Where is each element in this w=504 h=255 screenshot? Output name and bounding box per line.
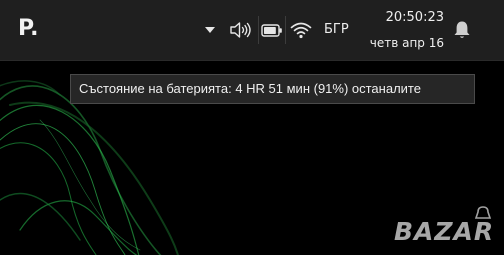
clock-time: 20:50:23 xyxy=(385,10,444,25)
top-panel: P. БГР 20:50:23 четв апр 16 xyxy=(0,0,504,60)
notifications-button[interactable] xyxy=(450,15,474,45)
clock-date: четв апр 16 xyxy=(369,36,444,50)
speaker-volume-icon xyxy=(230,22,252,38)
volume-button[interactable] xyxy=(228,15,254,45)
battery-icon xyxy=(261,23,283,37)
tray-divider xyxy=(258,16,259,44)
panel-border xyxy=(0,60,504,61)
app-logo[interactable]: P. xyxy=(18,14,38,44)
keyboard-language-indicator[interactable]: БГР xyxy=(324,21,349,39)
watermark-text: BAZAR xyxy=(394,217,494,246)
tray-divider xyxy=(285,16,286,44)
battery-status-tooltip: Състояние на батерията: 4 HR 51 мин (91%… xyxy=(70,74,475,104)
triangle-down-icon xyxy=(205,26,215,34)
tray-overflow-button[interactable] xyxy=(202,15,218,45)
bell-icon xyxy=(453,20,471,40)
battery-button[interactable] xyxy=(260,15,284,45)
clock[interactable]: 20:50:23 четв апр 16 xyxy=(360,9,444,52)
bazar-watermark-logo: BAZAR xyxy=(392,206,504,250)
wifi-icon xyxy=(290,21,312,39)
wifi-button[interactable] xyxy=(289,15,313,45)
